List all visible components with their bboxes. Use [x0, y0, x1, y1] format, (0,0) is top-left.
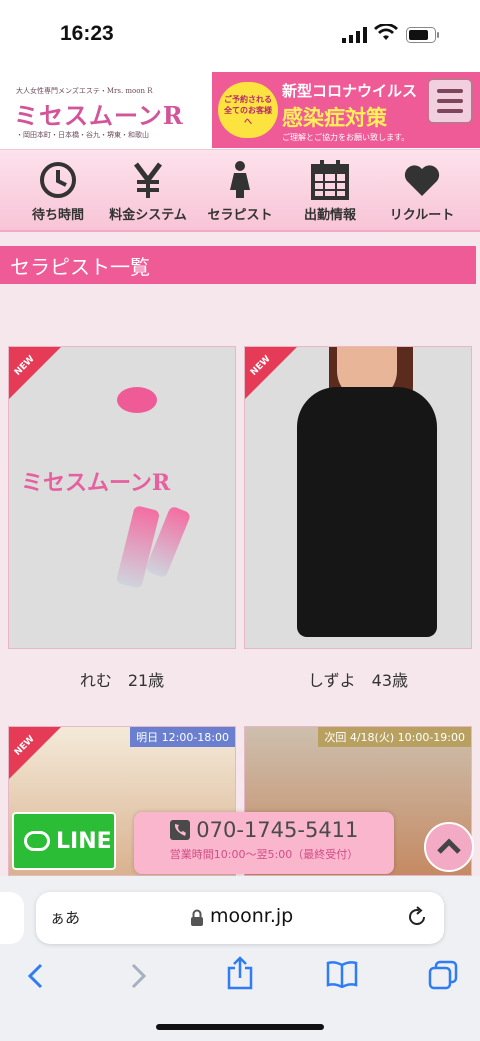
line-label: LINE [56, 828, 112, 854]
nav-item-therapist[interactable]: セラピスト [192, 156, 288, 228]
photo-logo-text: ミセスムーンR [21, 470, 171, 496]
home-indicator [156, 1024, 324, 1030]
main-nav: 待ち時間 料金システム セラピスト 出勤情報 リクルート [0, 150, 480, 232]
schedule-badge: 次回 4/18(火) 10:00-19:00 [318, 727, 471, 747]
reload-icon[interactable] [406, 906, 428, 928]
logo-areas: ・岡田本町・日本橋・谷九・堺東・和歌山 [16, 131, 149, 139]
tabs-icon[interactable] [428, 960, 458, 990]
site-logo[interactable]: 大人女性専門メンズエステ・Mrs. moon R ミセスムーンR ・岡田本町・日… [10, 84, 210, 140]
nav-label: セラピスト [207, 208, 273, 223]
menu-bar-icon [437, 109, 463, 113]
back-icon[interactable] [26, 962, 46, 990]
therapist-card[interactable]: NEW しずよ 43歳 [244, 346, 472, 691]
business-hours: 営業時間10:00～翌5:00（最終受付） [169, 848, 359, 861]
nav-item-wait-time[interactable]: 待ち時間 [10, 156, 106, 228]
covid-line2: 感染症対策 [282, 106, 387, 130]
chevron-up-icon [437, 838, 461, 854]
status-bar: 16:23 [0, 0, 480, 70]
page-settings-button[interactable]: ぁあ [50, 907, 80, 928]
therapist-photo[interactable]: ミセスムーンR NEW [8, 346, 236, 649]
logo-name: ミセスムーンR [14, 101, 184, 130]
logo-tagline: 大人女性専門メンズエステ・Mrs. moon R [16, 87, 153, 95]
therapist-name: れむ 21歳 [79, 671, 165, 690]
menu-bar-icon [437, 99, 463, 103]
schedule-badge: 明日 12:00-18:00 [130, 727, 235, 747]
calendar-icon [311, 160, 349, 200]
cellular-signal-icon [342, 27, 367, 43]
nav-label: リクルート [389, 208, 455, 223]
nav-item-price-system[interactable]: 料金システム [100, 156, 196, 228]
hamburger-menu-button[interactable] [427, 78, 473, 124]
section-title-therapist-list: セラピスト一覧 [0, 246, 476, 284]
phone-icon [169, 820, 190, 840]
phone-call-button[interactable]: 070-1745-5411 営業時間10:00～翌5:00（最終受付） [134, 812, 394, 874]
therapist-photo[interactable]: NEW [244, 346, 472, 649]
nav-label: 出勤情報 [303, 208, 356, 223]
yen-icon [134, 162, 162, 198]
previous-tab-peek[interactable] [0, 892, 24, 944]
covid-circle-label: ご予約される全てのお客様へ [218, 82, 278, 138]
bookmarks-icon[interactable] [326, 960, 358, 988]
scroll-to-top-button[interactable] [424, 822, 474, 872]
therapist-name: しずよ 43歳 [307, 671, 409, 690]
covid-line3: ご理解とご協力をお願い致します。 [282, 133, 410, 142]
clock-icon [40, 162, 76, 198]
wifi-icon [374, 24, 398, 40]
menu-bar-icon [437, 89, 463, 93]
url-text: moonr.jp [210, 905, 294, 927]
person-icon [230, 161, 250, 198]
line-icon [24, 831, 50, 851]
therapist-card[interactable]: ミセスムーンR NEW れむ 21歳 [8, 346, 236, 691]
nav-label: 料金システム [109, 208, 187, 223]
phone-number: 070-1745-5411 [196, 818, 359, 842]
site-header: 大人女性専門メンズエステ・Mrs. moon R ミセスムーンR ・岡田本町・日… [0, 70, 480, 150]
address-bar[interactable]: ぁあ moonr.jp [36, 892, 444, 944]
line-button[interactable]: LINE [12, 812, 116, 870]
heart-icon [404, 165, 440, 196]
covid-line1: 新型コロナウイルス [282, 82, 418, 100]
nav-item-schedule[interactable]: 出勤情報 [282, 156, 378, 228]
forward-icon[interactable] [128, 962, 148, 990]
lipstick-decoration [117, 387, 157, 413]
nav-item-recruit[interactable]: リクルート [374, 156, 470, 228]
status-time: 16:23 [60, 22, 114, 45]
nav-label: 待ち時間 [31, 208, 84, 223]
browser-toolbar: ぁあ moonr.jp [0, 876, 480, 1041]
lock-icon [191, 909, 203, 926]
share-icon[interactable] [226, 956, 254, 990]
battery-icon [406, 27, 439, 43]
photo-figure [297, 387, 437, 637]
